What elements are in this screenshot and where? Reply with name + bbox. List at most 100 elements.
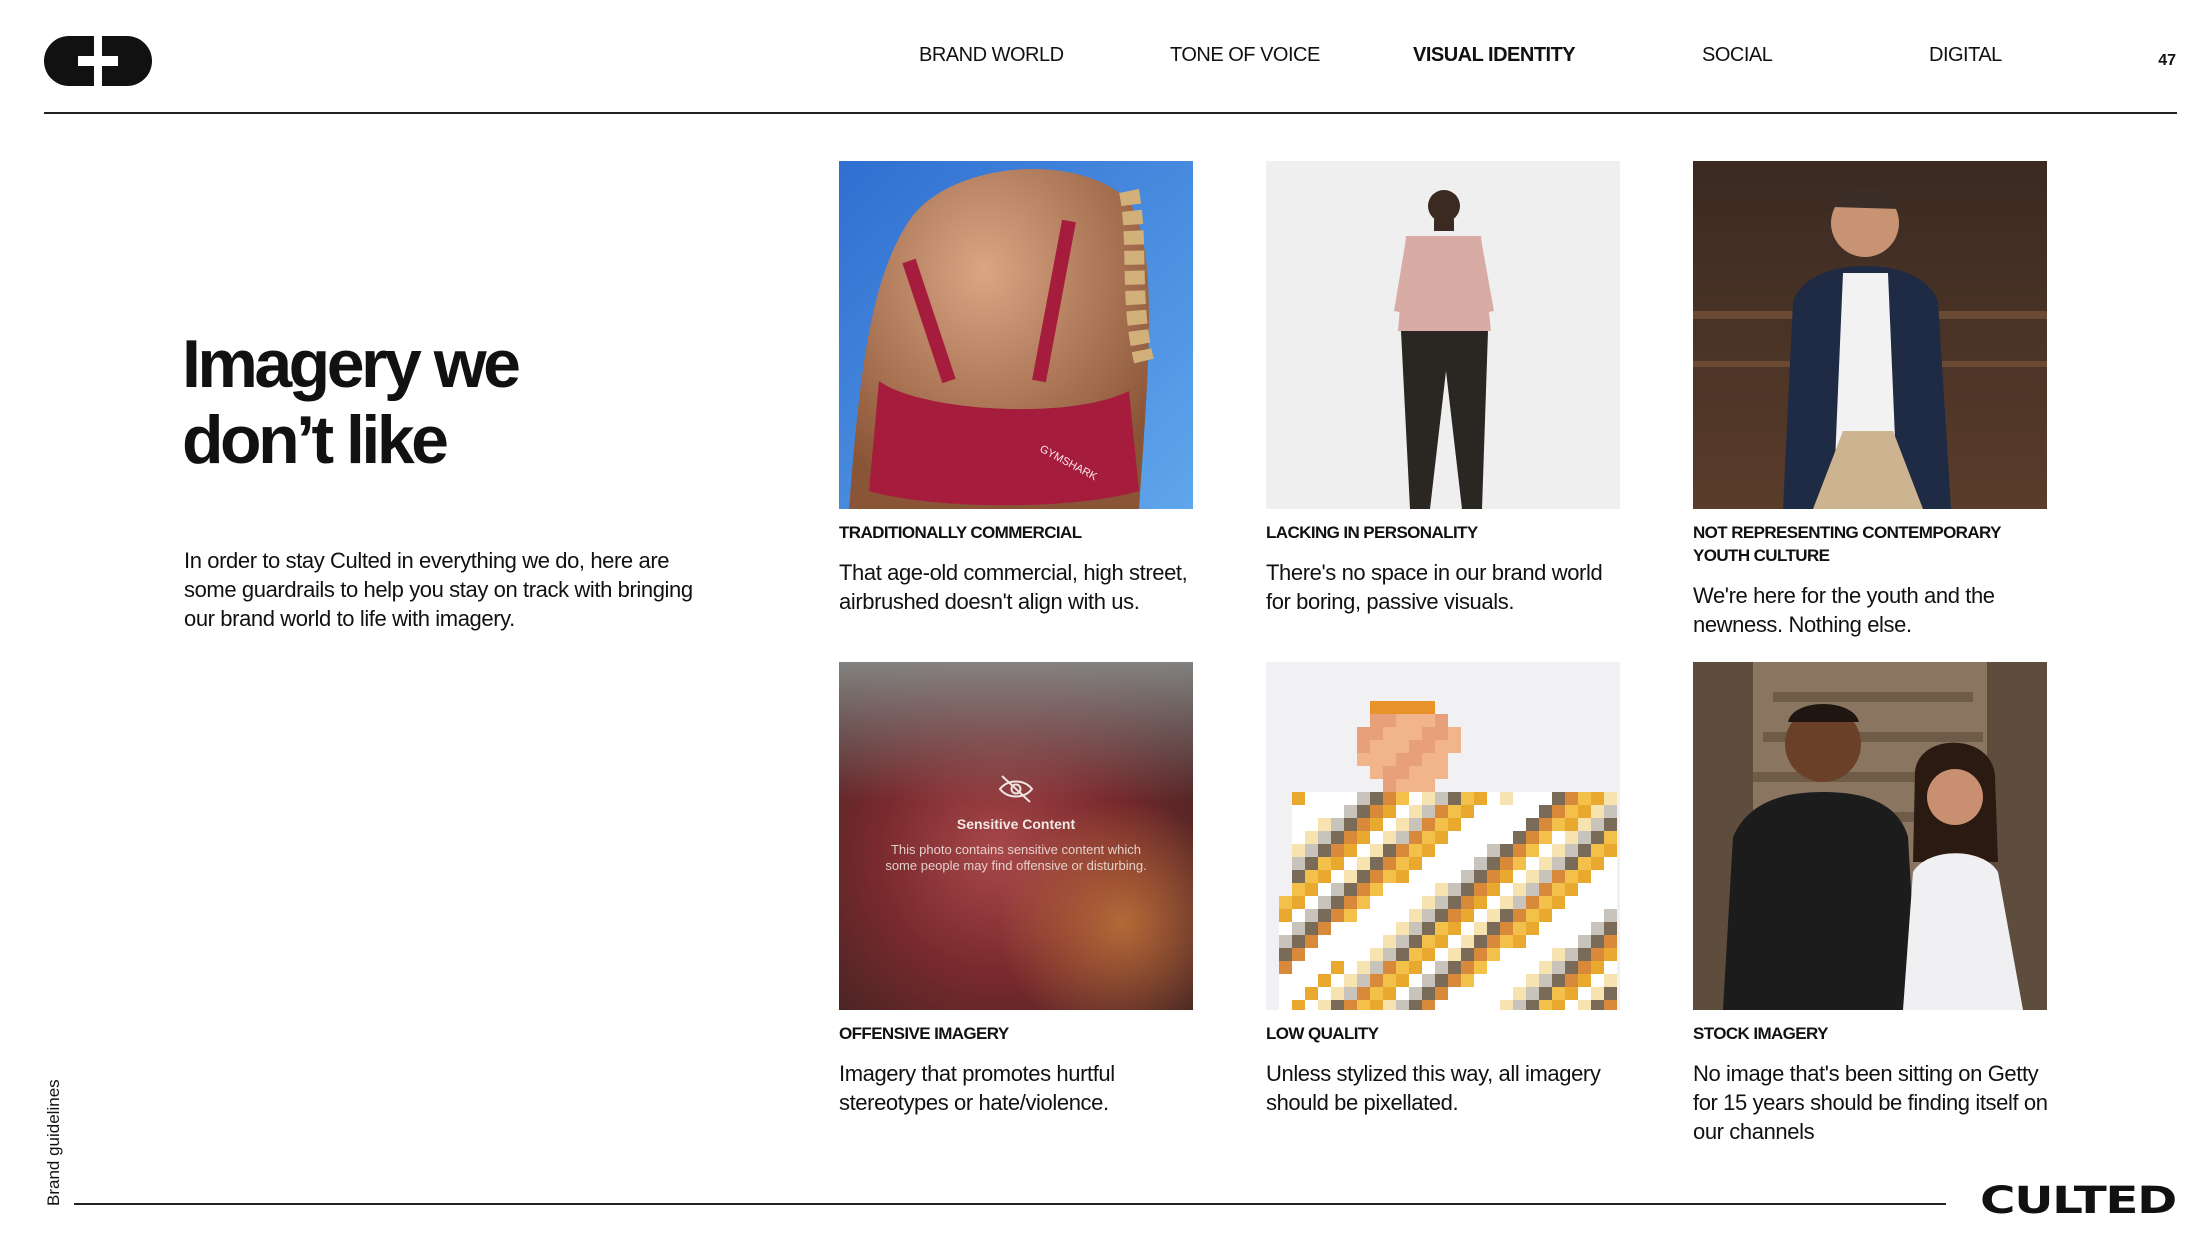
pixel-block	[1370, 766, 1383, 779]
pixel-block	[1448, 935, 1461, 948]
pixel-block	[1344, 974, 1357, 987]
pixel-block	[1500, 792, 1513, 805]
pixel-block	[1513, 857, 1526, 870]
pixel-block	[1396, 740, 1409, 753]
pixel-block	[1487, 987, 1500, 1000]
pixel-block	[1357, 844, 1370, 857]
pixel-block	[1552, 896, 1565, 909]
pixel-block	[1318, 974, 1331, 987]
pixel-block	[1448, 1000, 1461, 1010]
pixel-block	[1461, 805, 1474, 818]
pixel-block	[1344, 935, 1357, 948]
pixel-block	[1500, 961, 1513, 974]
pixel-block	[1604, 844, 1617, 857]
pixel-block	[1331, 974, 1344, 987]
mature-model-photo	[1693, 161, 2047, 509]
pixel-block	[1435, 935, 1448, 948]
pixel-block	[1331, 935, 1344, 948]
pixel-block	[1526, 948, 1539, 961]
pixel-block	[1370, 792, 1383, 805]
pixel-block	[1370, 714, 1383, 727]
pixel-block	[1578, 987, 1591, 1000]
pixel-block	[1435, 922, 1448, 935]
pixel-block	[1396, 779, 1409, 792]
pixel-block	[1370, 987, 1383, 1000]
pixel-block	[1331, 805, 1344, 818]
pixel-block	[1357, 792, 1370, 805]
nav-brand-world[interactable]: BRAND WORLD	[919, 44, 1064, 67]
pixel-block	[1409, 792, 1422, 805]
pixel-block	[1435, 844, 1448, 857]
nav-tone-of-voice[interactable]: TONE OF VOICE	[1170, 44, 1320, 67]
pixel-block	[1526, 831, 1539, 844]
pixel-block	[1591, 805, 1604, 818]
pixel-block	[1422, 1000, 1435, 1010]
pixel-block	[1357, 896, 1370, 909]
pixel-block	[1448, 792, 1461, 805]
pixel-block	[1591, 818, 1604, 831]
pixel-block	[1370, 727, 1383, 740]
pixel-block	[1448, 909, 1461, 922]
pixel-block	[1422, 909, 1435, 922]
pixel-block	[1539, 818, 1552, 831]
tile-title: TRADITIONALLY COMMERCIAL	[839, 523, 1082, 542]
pixel-block	[1487, 844, 1500, 857]
pixel-block	[1305, 818, 1318, 831]
pixel-block	[1370, 818, 1383, 831]
pixel-block	[1513, 987, 1526, 1000]
pixel-block	[1383, 805, 1396, 818]
pixel-block	[1383, 883, 1396, 896]
pixel-block	[1552, 857, 1565, 870]
pixel-block	[1487, 870, 1500, 883]
pixel-block	[1409, 701, 1422, 714]
pixel-block	[1318, 805, 1331, 818]
pixel-block	[1318, 909, 1331, 922]
pixel-block	[1383, 961, 1396, 974]
tile-title: NOT REPRESENTING CONTEMPORARY YOUTH CULT…	[1693, 523, 2001, 565]
pixel-block	[1370, 935, 1383, 948]
pixel-block	[1396, 831, 1409, 844]
pixellated-photo	[1266, 662, 1620, 1010]
pixel-block	[1409, 714, 1422, 727]
pixel-block	[1370, 753, 1383, 766]
nav-social[interactable]: SOCIAL	[1702, 44, 1773, 67]
tile-not-representing-youth-culture: NOT REPRESENTING CONTEMPORARY YOUTH CULT…	[1693, 161, 2047, 639]
pixel-block	[1513, 948, 1526, 961]
pixel-block	[1487, 792, 1500, 805]
pixel-block	[1292, 948, 1305, 961]
pixel-block	[1422, 870, 1435, 883]
pixel-block	[1357, 909, 1370, 922]
pixel-block	[1318, 883, 1331, 896]
pixel-block	[1526, 935, 1539, 948]
pixel-block	[1513, 831, 1526, 844]
pixel-block	[1513, 870, 1526, 883]
pixel-block	[1383, 857, 1396, 870]
pixel-block	[1487, 805, 1500, 818]
pixel-block	[1474, 987, 1487, 1000]
pixel-block	[1448, 831, 1461, 844]
culted-wordmark-logo[interactable]: CULTED	[1980, 1180, 2176, 1216]
pixel-block	[1331, 948, 1344, 961]
pixel-block	[1383, 740, 1396, 753]
pixel-block	[1565, 935, 1578, 948]
pixel-block	[1565, 987, 1578, 1000]
pixel-block	[1383, 766, 1396, 779]
pixel-block	[1409, 909, 1422, 922]
pixel-block	[1526, 792, 1539, 805]
pixel-block	[1461, 857, 1474, 870]
pixel-block	[1513, 909, 1526, 922]
pixel-block	[1383, 870, 1396, 883]
tile-title: LACKING IN PERSONALITY	[1266, 523, 1478, 542]
pixel-block	[1279, 896, 1292, 909]
pixel-block	[1422, 740, 1435, 753]
pixel-block	[1435, 766, 1448, 779]
pixel-block	[1409, 948, 1422, 961]
pixel-block	[1461, 896, 1474, 909]
pixel-block	[1422, 779, 1435, 792]
pixel-block	[1591, 1000, 1604, 1010]
pixel-block	[1461, 987, 1474, 1000]
nav-digital[interactable]: DIGITAL	[1929, 44, 2002, 67]
pixel-block	[1500, 948, 1513, 961]
nav-visual-identity[interactable]: VISUAL IDENTITY	[1413, 44, 1576, 67]
pixel-block	[1396, 857, 1409, 870]
